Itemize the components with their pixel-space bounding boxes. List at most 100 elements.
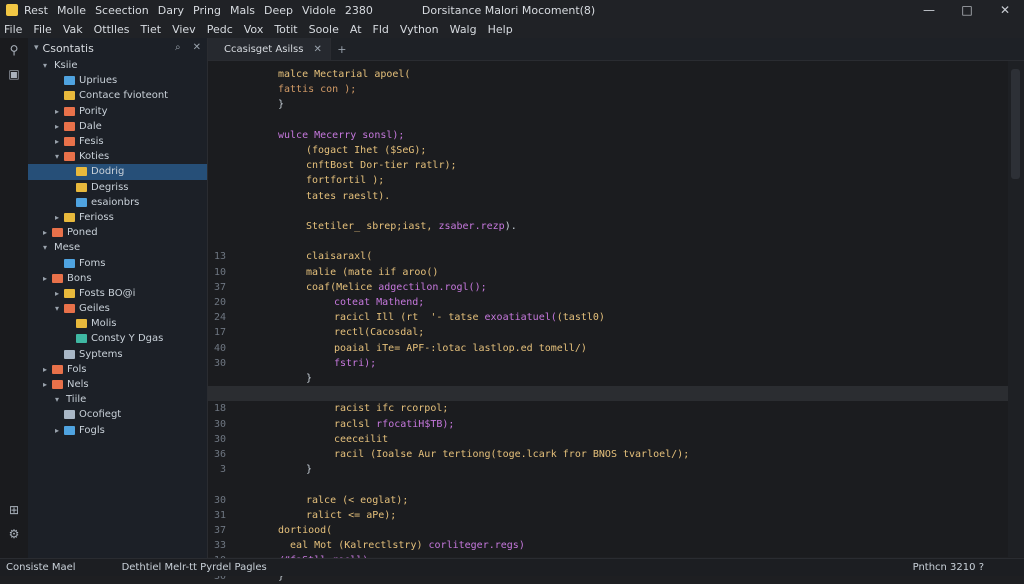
chevron-right-icon[interactable]: ▸ xyxy=(40,380,50,389)
code-line[interactable]: wulce Mecerry sonsl); xyxy=(208,128,1008,143)
tab-close-icon[interactable]: ✕ xyxy=(313,44,321,55)
menu-item[interactable]: Vox xyxy=(244,23,264,36)
close-icon[interactable]: ✕ xyxy=(193,42,201,53)
code-line[interactable]: 20 coteat Mathend; xyxy=(208,295,1008,310)
scrollbar-thumb[interactable] xyxy=(1011,69,1020,179)
minimize-button[interactable]: — xyxy=(910,0,948,20)
menu-item[interactable]: File xyxy=(4,23,22,36)
new-tab-button[interactable]: + xyxy=(331,38,353,60)
tree-item[interactable]: ▸ Nels xyxy=(28,377,207,392)
tree-item[interactable]: ▸ Fols xyxy=(28,362,207,377)
tree-item[interactable]: ▾ Mese xyxy=(28,240,207,255)
menu-item[interactable]: Soole xyxy=(309,23,339,36)
tree-item[interactable]: Consty Y Dgas xyxy=(28,331,207,346)
chevron-right-icon[interactable]: ▸ xyxy=(40,274,50,283)
settings-icon[interactable]: ⚙ xyxy=(0,522,28,546)
code-line[interactable] xyxy=(208,234,1008,249)
code-line[interactable]: tates raeslt). xyxy=(208,189,1008,204)
editor-scrollbar[interactable] xyxy=(1008,61,1024,557)
chevron-right-icon[interactable]: ▸ xyxy=(52,289,62,298)
code-line[interactable]: Stetiler_ sbrep;iast, zsaber.rezp). xyxy=(208,219,1008,234)
code-line[interactable] xyxy=(208,113,1008,128)
tree-item[interactable]: ▸ Bons xyxy=(28,271,207,286)
chevron-right-icon[interactable]: ▸ xyxy=(52,107,62,116)
code-line[interactable]: 18 racist ifc rcorpol; xyxy=(208,401,1008,416)
code-line[interactable]: malce Mectarial apoel( xyxy=(208,67,1008,82)
chevron-down-icon[interactable]: ▾ xyxy=(40,61,50,70)
menu-item[interactable]: Walg xyxy=(450,23,477,36)
code-line[interactable]: } xyxy=(208,371,1008,386)
code-line[interactable]: } xyxy=(208,97,1008,112)
code-line[interactable]: (fogact Ihet ($SeG); xyxy=(208,143,1008,158)
menu-item[interactable]: At xyxy=(350,23,362,36)
layout-icon[interactable]: ⊞ xyxy=(0,498,28,522)
search-icon[interactable]: ⌕ xyxy=(175,42,181,53)
chevron-down-icon[interactable]: ▾ xyxy=(52,395,62,404)
menu-item[interactable]: Tiet xyxy=(141,23,162,36)
code-line[interactable]: 30 ralce (< eoglat); xyxy=(208,493,1008,508)
status-left[interactable]: Consiste Mael xyxy=(6,562,76,573)
tree-item[interactable]: Syptems xyxy=(28,347,207,362)
code-line[interactable]: 31 ralict <= aPe); xyxy=(208,508,1008,523)
tree-item[interactable]: ▸ Ferioss xyxy=(28,210,207,225)
tree-item[interactable]: ▸ Dale xyxy=(28,119,207,134)
chevron-right-icon[interactable]: ▸ xyxy=(40,365,50,374)
tree-item[interactable]: ▸ Fesis xyxy=(28,134,207,149)
menu-item[interactable]: Vython xyxy=(400,23,439,36)
tree-item[interactable]: ▸ Fosts BO@i xyxy=(28,286,207,301)
tree-item[interactable]: ▾ Geiles xyxy=(28,301,207,316)
code-line[interactable]: fattis con ); xyxy=(208,82,1008,97)
tree-item[interactable]: ▾ Tiile xyxy=(28,392,207,407)
tab-active-file[interactable]: Ccasisget Asilss ✕ xyxy=(208,38,331,60)
tree-item[interactable]: ▸ Fogls xyxy=(28,423,207,438)
chevron-down-icon[interactable]: ▾ xyxy=(52,304,62,313)
code-line[interactable]: 40 poaial iTe= APF-:lotac lastlop.ed tome… xyxy=(208,341,1008,356)
code-line[interactable]: 30 ceeceilit xyxy=(208,432,1008,447)
code-line[interactable]: 30 fstri); xyxy=(208,356,1008,371)
maximize-button[interactable]: □ xyxy=(948,0,986,20)
code-line[interactable]: 3} xyxy=(208,462,1008,477)
code-line[interactable]: 10 malie (mate iif aroo() xyxy=(208,265,1008,280)
code-line[interactable]: 37 coaf(Melice adgectilon.rogl(); xyxy=(208,280,1008,295)
code-line[interactable]: cnftBost Dor-tier ratlr); xyxy=(208,158,1008,173)
tree-item[interactable]: Molis xyxy=(28,316,207,331)
explorer-header[interactable]: ▾ Csontatis ⌕ ✕ xyxy=(28,38,207,58)
chevron-down-icon[interactable]: ▾ xyxy=(40,243,50,252)
chevron-right-icon[interactable]: ▸ xyxy=(52,122,62,131)
code-line[interactable]: 33 eal Mot (Kalrectlstry) corliteger.reg… xyxy=(208,538,1008,553)
code-line[interactable]: 17 rectl(Cacosdal; xyxy=(208,325,1008,340)
menu-item[interactable]: Totit xyxy=(274,23,297,36)
code-line[interactable]: 13 claisaraxl( xyxy=(208,249,1008,264)
chevron-down-icon[interactable]: ▾ xyxy=(52,152,62,161)
tree-item[interactable]: Foms xyxy=(28,255,207,270)
tree-item[interactable]: Degriss xyxy=(28,180,207,195)
code-line[interactable] xyxy=(208,386,1008,402)
tree-item[interactable]: ▸ Poned xyxy=(28,225,207,240)
tree-item[interactable]: esaionbrs xyxy=(28,195,207,210)
code-line[interactable]: fortfortil ); xyxy=(208,173,1008,188)
code-line[interactable]: 24 racicl Ill (rt '- tatse exoatiatuel((t… xyxy=(208,310,1008,325)
menu-item[interactable]: Viev xyxy=(172,23,196,36)
status-language[interactable]: Pnthcn 3210 ? xyxy=(913,562,984,573)
chevron-right-icon[interactable]: ▸ xyxy=(40,228,50,237)
code-line[interactable]: 30 raclsl rfocatiH$TB); xyxy=(208,417,1008,432)
menu-item[interactable]: File xyxy=(33,23,51,36)
code-line[interactable]: 37 dortiood( xyxy=(208,523,1008,538)
menu-item[interactable]: Vak xyxy=(63,23,83,36)
menu-item[interactable]: Pedc xyxy=(207,23,233,36)
tree-item[interactable]: Upriues xyxy=(28,73,207,88)
code-line[interactable] xyxy=(208,204,1008,219)
tree-item[interactable]: ▾ Koties xyxy=(28,149,207,164)
tree-item[interactable]: ▸ Pority xyxy=(28,104,207,119)
chevron-right-icon[interactable]: ▸ xyxy=(52,213,62,222)
extensions-icon[interactable]: ▣ xyxy=(0,62,28,86)
chevron-right-icon[interactable]: ▸ xyxy=(52,137,62,146)
explorer-icon[interactable]: ⚲ xyxy=(0,38,28,62)
tree-item[interactable]: ▾ Ksiie xyxy=(28,58,207,73)
code-line[interactable]: 36 racil (Ioalse Aur tertiong(toge.lcark … xyxy=(208,447,1008,462)
tree-item[interactable]: Dodrig xyxy=(28,164,207,180)
menu-item[interactable]: Fld xyxy=(373,23,389,36)
menu-item[interactable]: Help xyxy=(488,23,513,36)
status-file-info[interactable]: Dethtiel Melr-tt Pyrdel Pagles xyxy=(122,562,267,573)
code-line[interactable] xyxy=(208,477,1008,492)
